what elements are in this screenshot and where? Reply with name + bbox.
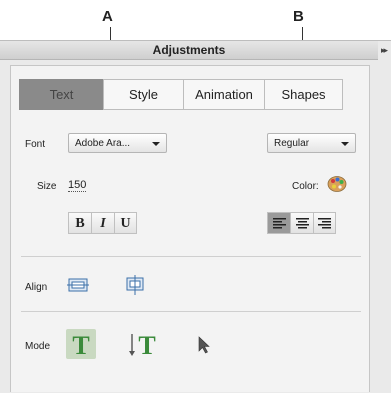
align-horizontal-center-icon[interactable] xyxy=(67,276,89,294)
adjustments-panel: Adjustments ▸▸ Text Style Animation Shap… xyxy=(0,40,391,393)
vertical-type-icon: T xyxy=(129,331,156,360)
paragraph-align-buttons xyxy=(267,212,336,234)
tab-bar: Text Style Animation Shapes xyxy=(19,79,343,110)
select-arrow-icon[interactable] xyxy=(196,336,212,354)
panel-title: Adjustments xyxy=(0,41,378,60)
align-left-icon xyxy=(272,218,286,229)
tab-animation[interactable]: Animation xyxy=(183,79,264,110)
horizontal-text-mode-button[interactable]: T xyxy=(66,329,96,360)
color-palette-icon[interactable] xyxy=(327,175,347,193)
section-divider xyxy=(21,311,361,312)
font-label: Font xyxy=(25,139,46,150)
font-style-dropdown[interactable]: Regular xyxy=(267,133,356,153)
text-adjustments-pane: Text Style Animation Shapes Font Adobe A… xyxy=(10,65,370,392)
align-vertical-center-icon[interactable] xyxy=(124,275,146,295)
tab-shapes[interactable]: Shapes xyxy=(264,79,343,110)
svg-text:T: T xyxy=(72,331,89,359)
color-label: Color: xyxy=(292,181,319,192)
size-label: Size xyxy=(37,181,57,192)
align-right-button[interactable] xyxy=(313,212,336,234)
chevron-down-icon xyxy=(152,142,160,146)
tab-style[interactable]: Style xyxy=(103,79,183,110)
callout-b-label: B xyxy=(293,8,304,25)
text-style-buttons: B I U xyxy=(68,212,137,234)
tab-text[interactable]: Text xyxy=(19,79,103,110)
align-label: Align xyxy=(25,282,48,293)
italic-button[interactable]: I xyxy=(91,212,114,234)
horizontal-type-icon: T xyxy=(72,331,89,360)
font-dropdown[interactable]: Adobe Ara... xyxy=(68,133,167,153)
section-divider xyxy=(21,256,361,257)
bold-button[interactable]: B xyxy=(68,212,91,234)
align-right-icon xyxy=(318,218,331,229)
font-dropdown-value: Adobe Ara... xyxy=(75,138,131,149)
align-center-icon xyxy=(295,218,309,229)
vertical-text-mode-button[interactable]: T xyxy=(128,329,160,360)
mode-label: Mode xyxy=(25,341,51,352)
chevron-down-icon xyxy=(341,142,349,146)
svg-text:T: T xyxy=(138,331,155,359)
align-left-button[interactable] xyxy=(267,212,290,234)
font-style-dropdown-value: Regular xyxy=(274,138,310,149)
underline-button[interactable]: U xyxy=(114,212,137,234)
align-center-button[interactable] xyxy=(290,212,313,234)
size-input[interactable]: 150 xyxy=(68,179,87,192)
callout-a-label: A xyxy=(102,8,113,25)
collapse-panel-icon[interactable]: ▸▸ xyxy=(381,45,388,56)
